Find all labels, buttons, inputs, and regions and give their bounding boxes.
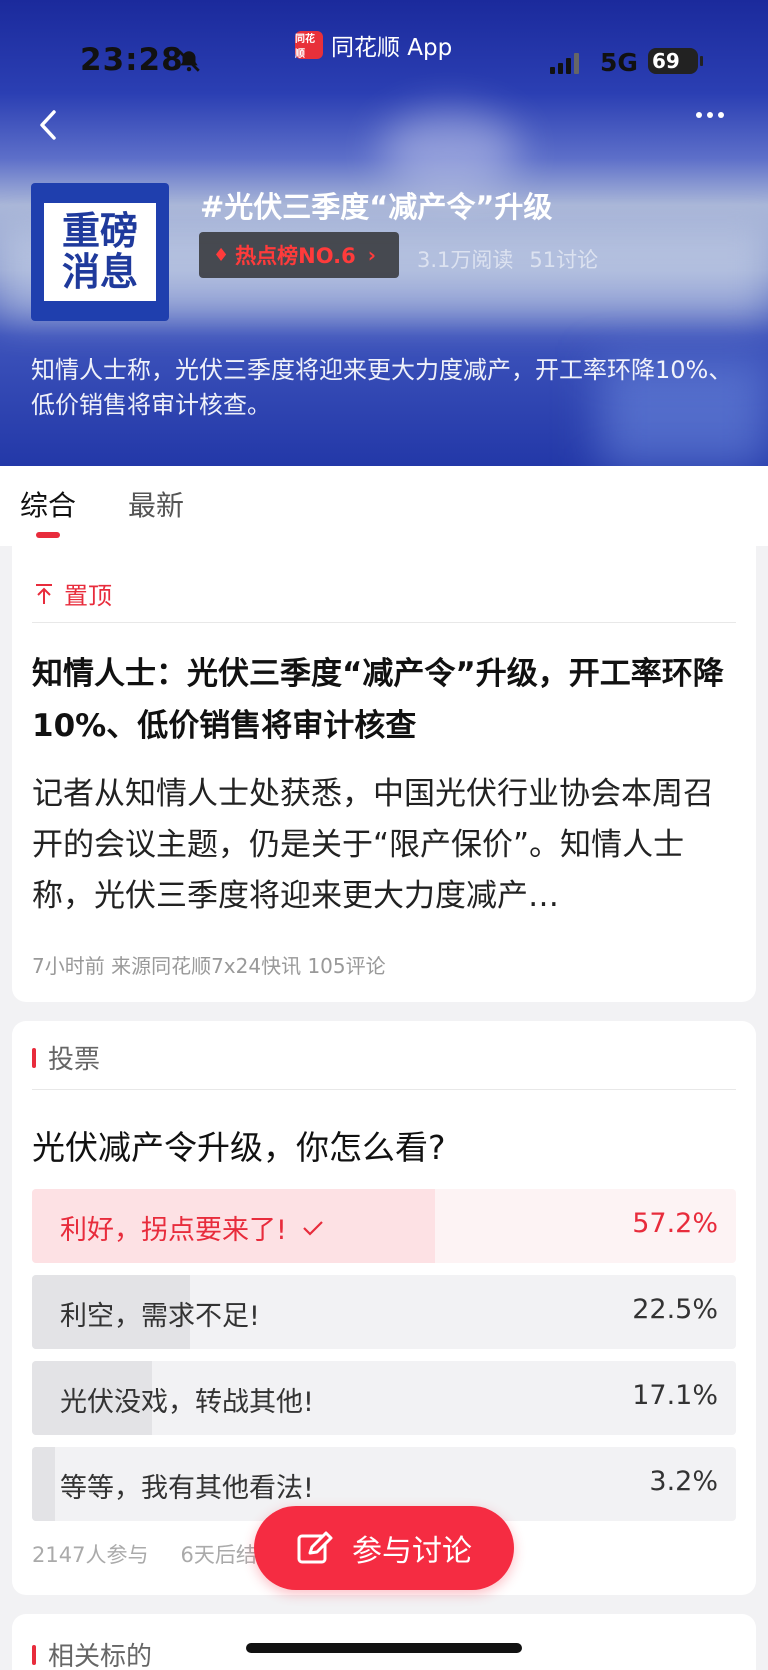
vote-option[interactable]: 利空，需求不足! 22.5%	[32, 1275, 736, 1349]
topic-description: 知情人士称，光伏三季度将迎来更大力度减产，开工率环降10%、低价销售将审计核查。	[31, 356, 733, 419]
related-card: 相关标的	[12, 1614, 756, 1670]
tab-comprehensive[interactable]: 综合	[20, 484, 76, 524]
section-marker	[32, 1047, 36, 1068]
cover-text-line1: 重磅	[61, 208, 138, 253]
vote-option-label: 光伏没戏，转战其他!	[60, 1387, 314, 1418]
vote-option-label: 等等，我有其他看法!	[60, 1473, 314, 1504]
network-type: 5G	[600, 48, 638, 77]
join-discussion-button[interactable]: 参与讨论	[254, 1506, 514, 1590]
battery-icon: 69	[648, 48, 703, 74]
topic-cover-image: 重磅 消息	[31, 183, 169, 321]
app-name: 同花顺 App	[331, 35, 453, 61]
vote-meta: 2147人参与 6天后结束	[32, 1539, 278, 1569]
active-tab-indicator	[36, 532, 60, 538]
divider	[32, 622, 736, 623]
topic-stats: 3.1万阅读 51讨论	[417, 244, 598, 274]
vote-section-header: 投票	[32, 1039, 100, 1076]
app-indicator[interactable]: 同花顺 同花顺 App	[295, 28, 452, 62]
back-button[interactable]	[30, 100, 70, 150]
tab-latest[interactable]: 最新	[128, 484, 184, 524]
pinned-article-card[interactable]: 置顶 知情人士：光伏三季度“减产令”升级，开工率环降10%、低价销售将审计核查 …	[12, 546, 756, 1002]
section-marker	[32, 1644, 36, 1665]
more-options-button[interactable]	[696, 112, 740, 118]
vote-option[interactable]: 光伏没戏，转战其他! 17.1%	[32, 1361, 736, 1435]
vote-option-label: 利好，拐点要来了!	[60, 1215, 287, 1246]
article-meta: 7小时前 来源同花顺7x24快讯 105评论	[32, 954, 386, 978]
vote-option-label: 利空，需求不足!	[60, 1301, 260, 1332]
article-title[interactable]: 知情人士：光伏三季度“减产令”升级，开工率环降10%、低价销售将审计核查	[32, 648, 736, 752]
status-time: 23:28	[80, 42, 184, 78]
vote-option-bar	[32, 1447, 55, 1521]
signal-icon	[550, 52, 579, 74]
read-count: 3.1万阅读	[417, 248, 514, 272]
vote-option-percent: 17.1%	[632, 1380, 718, 1411]
hot-rank-label: 热点榜NO.6	[235, 244, 356, 268]
vote-participants: 2147人参与	[32, 1543, 149, 1567]
discussion-count: 51讨论	[529, 248, 599, 272]
vote-option-percent: 3.2%	[649, 1466, 718, 1497]
battery-level: 69	[652, 49, 680, 73]
vote-option-percent: 57.2%	[632, 1208, 718, 1239]
topic-title: #光伏三季度“减产令”升级	[200, 190, 553, 224]
cover-text-line2: 消息	[61, 250, 138, 294]
vote-option[interactable]: 利好，拐点要来了! 57.2%	[32, 1189, 736, 1263]
vote-question: 光伏减产令升级，你怎么看?	[32, 1128, 446, 1167]
divider	[32, 1089, 736, 1090]
flame-icon: ♦	[213, 244, 230, 266]
app-logo-icon: 同花顺	[295, 31, 323, 60]
article-summary[interactable]: 记者从知情人士处获悉，中国光伏行业协会本周召开的会议主题，仍是关于“限产保价”。…	[32, 769, 736, 922]
feed-tabs: 综合 最新	[0, 466, 768, 546]
pinned-label: 置顶	[34, 576, 112, 611]
related-section-header: 相关标的	[32, 1636, 152, 1670]
chevron-right-icon: ›	[367, 243, 376, 267]
pin-top-icon	[36, 583, 52, 604]
hot-rank-badge[interactable]: ♦ 热点榜NO.6 ›	[199, 232, 399, 278]
checkmark-icon	[303, 1220, 323, 1236]
related-section-label: 相关标的	[48, 1642, 153, 1670]
bell-muted-icon	[178, 50, 200, 72]
edit-icon	[297, 1531, 333, 1564]
pinned-text: 置顶	[64, 582, 112, 610]
join-discussion-label: 参与讨论	[352, 1534, 472, 1569]
vote-section-label: 投票	[48, 1045, 101, 1075]
home-indicator[interactable]	[246, 1643, 522, 1653]
vote-option-percent: 22.5%	[632, 1294, 718, 1325]
